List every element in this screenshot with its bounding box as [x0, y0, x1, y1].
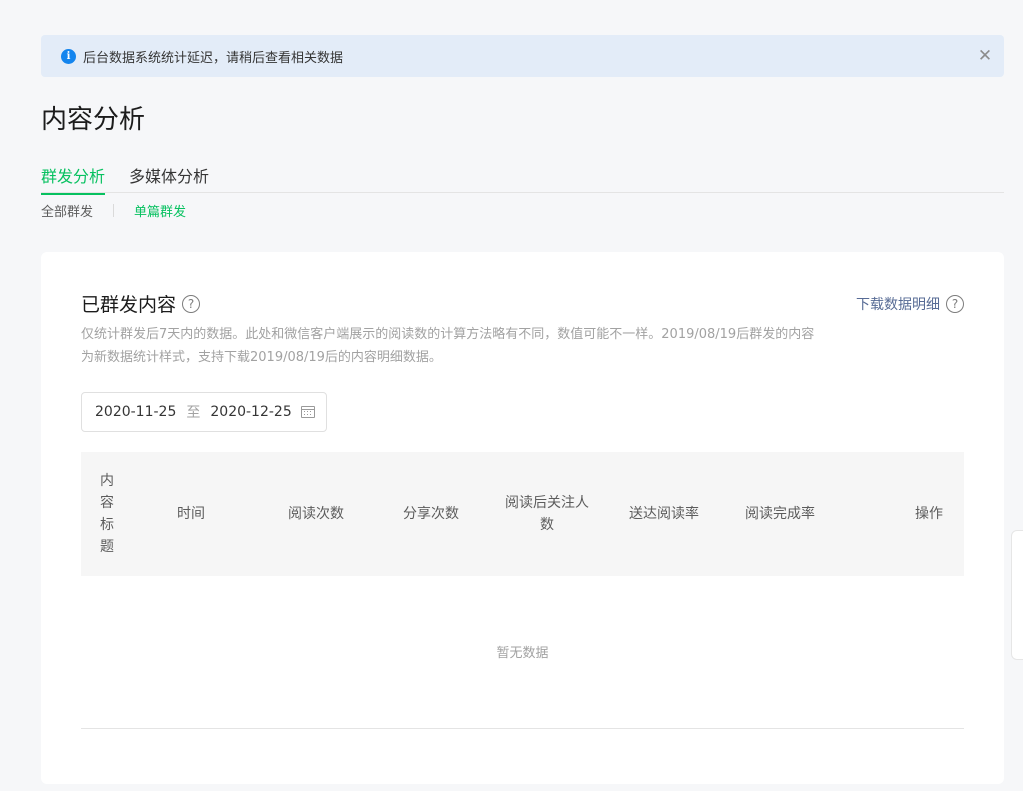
- subtabs: 全部群发 单篇群发: [41, 201, 186, 220]
- close-icon[interactable]: ✕: [975, 46, 995, 66]
- subtab-all-mass-send[interactable]: 全部群发: [41, 201, 93, 220]
- content-card: 已群发内容 ? 下载数据明细 ? 仅统计群发后7天内的数据。此处和微信客户端展示…: [41, 252, 1004, 784]
- subtab-single-article[interactable]: 单篇群发: [134, 201, 186, 220]
- question-icon[interactable]: ?: [182, 294, 201, 313]
- header-read-completion-rate: 阅读完成率: [745, 506, 815, 522]
- end-date[interactable]: 2020-12-25: [210, 404, 291, 420]
- date-range-picker[interactable]: 2020-11-25 至 2020-12-25: [81, 392, 327, 432]
- download-details-link[interactable]: 下载数据明细 ?: [856, 294, 964, 314]
- main-tabs: 群发分析 多媒体分析: [41, 163, 1004, 195]
- date-separator: 至: [186, 405, 201, 421]
- section-title: 已群发内容 ?: [81, 290, 201, 317]
- header-share-count: 分享次数: [403, 506, 459, 522]
- empty-state-text: 暂无数据: [496, 646, 549, 661]
- tab-mass-send-analysis[interactable]: 群发分析: [41, 163, 106, 195]
- tab-multimedia-analysis[interactable]: 多媒体分析: [129, 163, 209, 193]
- page-title: 内容分析: [41, 105, 146, 135]
- help-icon[interactable]: ?: [946, 295, 964, 313]
- table-header: 内容标题 时间 阅读次数 分享次数 阅读后关注人数 送达阅读率 阅读完成率 操作: [81, 452, 964, 576]
- section-description: 仅统计群发后7天内的数据。此处和微信客户端展示的阅读数的计算方法略有不同，数值可…: [81, 327, 815, 365]
- notice-bar: i 后台数据系统统计延迟，请稍后查看相关数据 ✕: [41, 35, 1004, 77]
- header-actions: 操作: [915, 506, 943, 522]
- header-content-title: 内容标题: [100, 473, 114, 555]
- notice-text: 后台数据系统统计延迟，请稍后查看相关数据: [83, 50, 344, 66]
- start-date[interactable]: 2020-11-25: [95, 404, 176, 420]
- side-floating-panel[interactable]: [1011, 530, 1023, 660]
- header-delivery-read-rate: 送达阅读率: [629, 506, 699, 522]
- section-title-text: 已群发内容: [81, 294, 177, 316]
- table-divider: [81, 728, 964, 729]
- download-label[interactable]: 下载数据明细: [856, 294, 940, 314]
- calendar-icon[interactable]: [301, 406, 315, 418]
- info-icon: i: [61, 48, 76, 64]
- header-read-count: 阅读次数: [288, 506, 344, 522]
- header-time: 时间: [177, 506, 205, 522]
- header-follow-after-read: 阅读后关注人数: [505, 495, 589, 533]
- subtab-divider: [113, 204, 115, 217]
